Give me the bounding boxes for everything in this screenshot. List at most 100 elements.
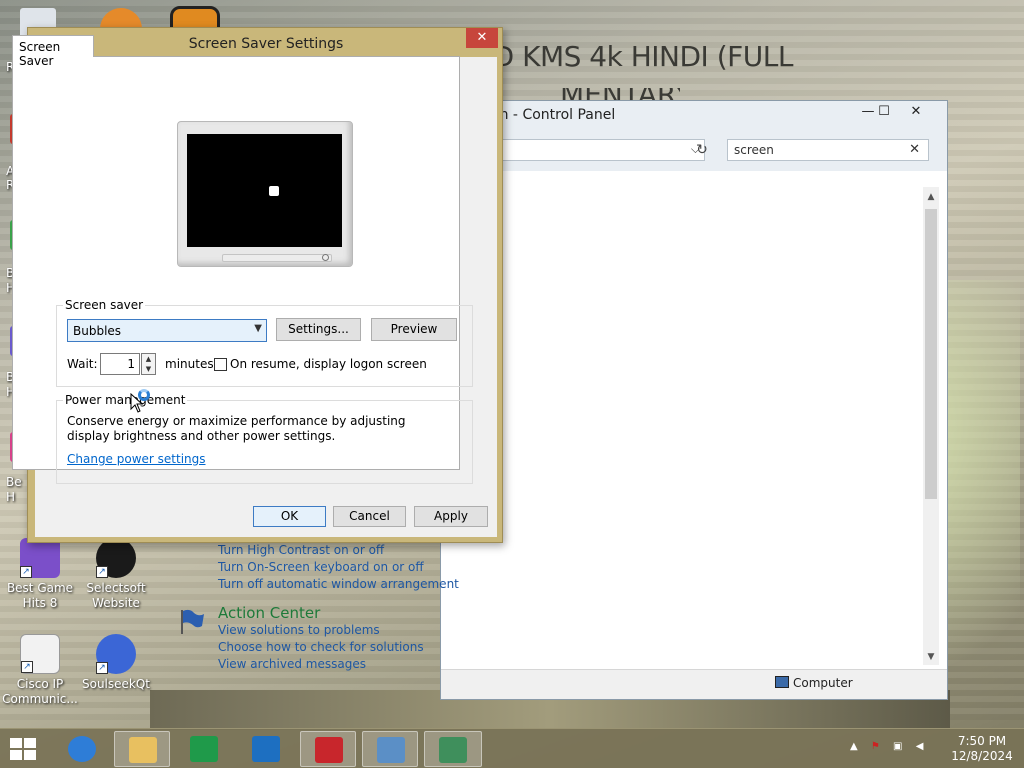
desktop-icon-selectsoft[interactable]: ↗ Selectsoft Website	[76, 538, 156, 611]
monitor-power-led-icon	[322, 254, 329, 261]
desktop-icon-label: Cisco IP Communic...	[2, 677, 78, 706]
volume-muted-icon[interactable]: ◀	[916, 741, 924, 752]
power-description: Conserve energy or maximize performance …	[67, 414, 406, 443]
network-icon[interactable]: ▣	[893, 741, 902, 752]
desktop-icon-cisco[interactable]: ↗ Cisco IP Communic...	[0, 634, 80, 707]
wait-label: Wait:	[67, 357, 98, 371]
control-panel-content	[441, 171, 947, 669]
media-app-icon	[315, 737, 343, 763]
windows-logo-icon	[24, 738, 36, 748]
start-button[interactable]	[10, 738, 36, 760]
action-center-flag-icon	[181, 609, 204, 634]
wait-stepper[interactable]: ▲ ▼	[141, 353, 156, 375]
shortcut-arrow-icon: ↗	[21, 661, 33, 673]
busy-spinner-icon	[138, 389, 150, 401]
selectsoft-icon: ↗	[96, 538, 136, 578]
taskbar: ▲ ⚑ ▣ ◀ 7:50 PM 12/8/2024	[0, 728, 1024, 768]
preview-monitor	[177, 121, 353, 267]
desktop-label-fragment: Be	[6, 475, 22, 489]
ok-button[interactable]: OK	[253, 506, 326, 527]
address-bar[interactable]: ⌵	[497, 139, 705, 161]
mail-icon	[252, 736, 280, 762]
control-panel-title: en - Control Panel	[491, 107, 616, 123]
group-label: Power management	[63, 393, 188, 407]
folder-icon	[129, 737, 157, 763]
monitor-base	[222, 254, 332, 262]
control-panel-titlebar[interactable]: en - Control Panel — ☐ ✕	[441, 101, 947, 131]
system-tray: ▲ ⚑ ▣ ◀	[850, 741, 923, 752]
show-hidden-icons-icon[interactable]: ▲	[850, 741, 858, 752]
clock-time: 7:50 PM	[957, 734, 1007, 748]
taskbar-file-explorer[interactable]	[114, 731, 170, 767]
clear-search-icon[interactable]: ✕	[909, 142, 920, 157]
taskbar-mail[interactable]	[238, 731, 294, 767]
desktop-icon-label: Selectsoft Website	[86, 581, 146, 610]
group-label: Screen saver	[63, 298, 146, 312]
vertical-scrollbar[interactable]: ▲ ▼	[923, 187, 939, 665]
search-input[interactable]: screen ✕	[727, 139, 929, 161]
control-panel-window[interactable]: en - Control Panel — ☐ ✕ ⌵ ↻ screen ✕ ▲ …	[440, 100, 948, 700]
chevron-down-icon[interactable]: ▼	[254, 323, 262, 334]
stepper-up-icon[interactable]: ▲	[142, 354, 155, 364]
taskbar-store[interactable]	[176, 731, 232, 767]
preview-button[interactable]: Preview	[371, 318, 457, 341]
computer-icon	[775, 676, 789, 688]
link-archived-messages[interactable]: View archived messages	[218, 657, 366, 671]
logon-checkbox[interactable]	[214, 358, 227, 371]
minutes-label: minutes	[165, 357, 214, 371]
clock[interactable]: 7:50 PM 12/8/2024	[950, 734, 1014, 764]
scrollbar-thumb[interactable]	[925, 209, 937, 499]
internet-explorer-icon	[68, 736, 96, 762]
status-bar: Computer	[441, 669, 947, 699]
maximize-button[interactable]: ☐	[869, 101, 899, 123]
windows-logo-icon	[24, 750, 36, 760]
link-onscreen-keyboard[interactable]: Turn On-Screen keyboard on or off	[218, 560, 424, 574]
taskbar-control-panel[interactable]	[362, 731, 418, 767]
change-power-settings-link[interactable]: Change power settings	[67, 452, 206, 466]
desktop-icon-label: SoulseekQt	[81, 677, 150, 691]
windows-logo-icon	[10, 750, 22, 760]
cancel-button[interactable]: Cancel	[333, 506, 406, 527]
selected-saver: Bubbles	[73, 324, 122, 338]
taskbar-media-app[interactable]	[300, 731, 356, 767]
settings-button[interactable]: Settings...	[276, 318, 361, 341]
close-button[interactable]: ✕	[466, 28, 498, 48]
scroll-up-icon[interactable]: ▲	[923, 189, 939, 205]
soulseek-icon: ↗	[96, 634, 136, 674]
clock-date: 12/8/2024	[951, 749, 1013, 763]
apply-button[interactable]: Apply	[414, 506, 488, 527]
link-high-contrast[interactable]: Turn High Contrast on or off	[218, 543, 384, 557]
search-value: screen	[734, 143, 774, 157]
store-icon	[190, 736, 218, 762]
shortcut-arrow-icon: ↗	[20, 566, 32, 578]
control-panel-icon	[377, 737, 405, 763]
desktop-icon-best-game-hits[interactable]: ↗ Best Game Hits 8	[0, 538, 80, 611]
taskbar-display-settings[interactable]	[424, 731, 482, 767]
logon-checkbox-label[interactable]: On resume, display logon screen	[230, 357, 427, 371]
desktop-icon-label: Best Game Hits 8	[6, 581, 74, 610]
shortcut-arrow-icon: ↗	[96, 566, 108, 578]
dialog-title: Screen Saver Settings	[188, 36, 344, 52]
dice-icon: ↗	[20, 538, 60, 578]
action-center-alert-icon[interactable]: ⚑	[871, 741, 880, 752]
wait-minutes-input[interactable]: 1	[100, 353, 140, 375]
taskbar-internet-explorer[interactable]	[54, 731, 110, 767]
stepper-down-icon[interactable]: ▼	[142, 364, 155, 374]
desktop-label-fragment: H	[6, 490, 16, 504]
display-settings-icon	[439, 737, 467, 763]
link-view-solutions[interactable]: View solutions to problems	[218, 623, 380, 637]
scroll-down-icon[interactable]: ▼	[923, 649, 939, 665]
cisco-icon: ↗	[20, 634, 60, 674]
tab-screen-saver[interactable]: Screen Saver	[12, 35, 94, 68]
close-button[interactable]: ✕	[901, 101, 931, 123]
screen-saver-select[interactable]: Bubbles ▼	[67, 319, 267, 342]
refresh-icon[interactable]: ↻	[691, 139, 713, 161]
bubble-icon	[269, 186, 279, 196]
shortcut-arrow-icon: ↗	[96, 662, 108, 674]
status-location: Computer	[793, 676, 853, 690]
preview-screen	[187, 134, 342, 247]
action-center-heading[interactable]: Action Center	[218, 604, 320, 622]
desktop-icon-soulseek[interactable]: ↗ SoulseekQt	[76, 634, 156, 692]
link-window-arrangement[interactable]: Turn off automatic window arrangement	[218, 577, 459, 591]
link-check-solutions[interactable]: Choose how to check for solutions	[218, 640, 424, 654]
